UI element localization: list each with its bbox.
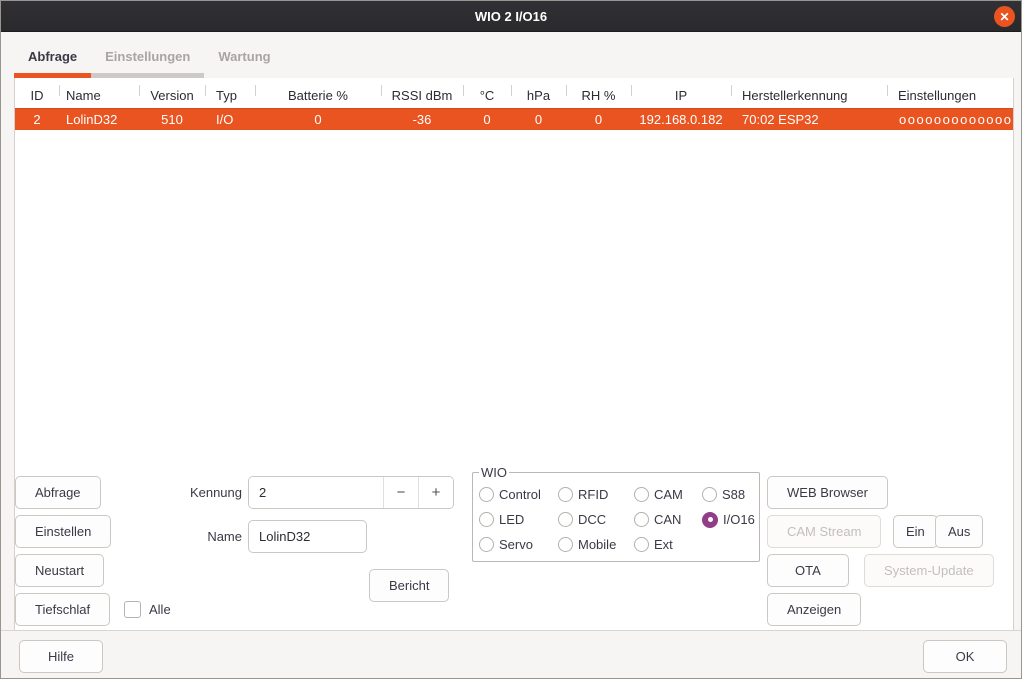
radio-circle	[634, 487, 649, 502]
column-header-ip[interactable]: IP	[631, 84, 731, 108]
cell-herstellerkennung: 70:02 ESP32	[731, 108, 887, 130]
tab-pane: ID Name Version Typ Batterie % RSSI dBm …	[14, 78, 1014, 631]
column-header-batterie[interactable]: Batterie %	[255, 84, 381, 108]
cell-version: 510	[139, 108, 205, 130]
radio-ext[interactable]: Ext	[634, 532, 702, 557]
column-header-name[interactable]: Name	[59, 84, 139, 108]
cell-rh: 0	[566, 108, 631, 130]
cell-hpa: 0	[511, 108, 566, 130]
cell-name: LolinD32	[59, 108, 139, 130]
radio-circle	[558, 537, 573, 552]
radio-circle	[479, 487, 494, 502]
tab-wartung[interactable]: Wartung	[204, 49, 284, 78]
radio-can[interactable]: CAN	[634, 507, 702, 532]
column-header-celsius[interactable]: °C	[463, 84, 511, 108]
anzeigen-button[interactable]: Anzeigen	[767, 593, 861, 626]
column-header-herstellerkennung[interactable]: Herstellerkennung	[731, 84, 887, 108]
cam-stream-button[interactable]: CAM Stream	[767, 515, 881, 548]
cell-batterie: 0	[255, 108, 381, 130]
alle-checkbox-row[interactable]: Alle	[124, 593, 171, 626]
bericht-button[interactable]: Bericht	[369, 569, 449, 602]
column-header-rh[interactable]: RH %	[566, 84, 631, 108]
web-browser-button[interactable]: WEB Browser	[767, 476, 888, 509]
radio-circle-selected	[702, 512, 718, 528]
einstellen-button[interactable]: Einstellen	[15, 515, 111, 548]
ok-button[interactable]: OK	[923, 640, 1007, 673]
aus-button[interactable]: Aus	[935, 515, 983, 548]
radio-circle	[558, 487, 573, 502]
tab-label: Abfrage	[28, 49, 77, 64]
wio-group-legend: WIO	[479, 465, 509, 480]
tab-label: Wartung	[218, 49, 270, 64]
column-header-einstellungen[interactable]: Einstellungen	[887, 84, 1013, 108]
radio-circle	[479, 512, 494, 527]
cell-id: 2	[15, 108, 59, 130]
kennung-label: Kennung	[142, 476, 242, 509]
hilfe-button[interactable]: Hilfe	[19, 640, 103, 673]
system-update-button[interactable]: System-Update	[864, 554, 994, 587]
tiefschlaf-button[interactable]: Tiefschlaf	[15, 593, 110, 626]
radio-servo[interactable]: Servo	[479, 532, 558, 557]
kennung-input[interactable]	[249, 477, 383, 508]
radio-circle	[479, 537, 494, 552]
column-header-rssi[interactable]: RSSI dBm	[381, 84, 463, 108]
tab-label: Einstellungen	[105, 49, 190, 64]
radio-circle	[634, 512, 649, 527]
tab-abfrage[interactable]: Abfrage	[14, 49, 91, 78]
ein-button[interactable]: Ein	[893, 515, 938, 548]
close-icon[interactable]: ✕	[994, 6, 1015, 27]
name-label: Name	[142, 520, 242, 553]
name-input[interactable]	[248, 520, 367, 553]
column-header-hpa[interactable]: hPa	[511, 84, 566, 108]
radio-circle	[558, 512, 573, 527]
radio-s88[interactable]: S88	[702, 482, 755, 507]
radio-circle	[702, 487, 717, 502]
ota-button[interactable]: OTA	[767, 554, 849, 587]
tab-bar: Abfrage Einstellungen Wartung	[14, 32, 285, 78]
spin-minus-button[interactable]: −	[383, 477, 418, 508]
tab-einstellungen[interactable]: Einstellungen	[91, 49, 204, 78]
spin-plus-button[interactable]: +	[418, 477, 453, 508]
window-title: WIO 2 I/O16	[475, 9, 547, 24]
radio-led[interactable]: LED	[479, 507, 558, 532]
alle-checkbox[interactable]	[124, 601, 141, 618]
wio-group: WIO Control RFID CAM S88 LED DCC CAN I/O…	[472, 465, 760, 562]
device-table: ID Name Version Typ Batterie % RSSI dBm …	[15, 78, 1013, 130]
cell-rssi: -36	[381, 108, 463, 130]
radio-circle	[634, 537, 649, 552]
column-header-id[interactable]: ID	[15, 84, 59, 108]
table-row[interactable]: 2 LolinD32 510 I/O 0 -36 0 0 0 192.168.0…	[15, 108, 1013, 130]
alle-checkbox-label: Alle	[149, 602, 171, 617]
app-window: WIO 2 I/O16 ✕ Abfrage Einstellungen Wart…	[0, 0, 1022, 679]
cell-ip: 192.168.0.182	[631, 108, 731, 130]
radio-cam[interactable]: CAM	[634, 482, 702, 507]
radio-rfid[interactable]: RFID	[558, 482, 634, 507]
radio-mobile[interactable]: Mobile	[558, 532, 634, 557]
cell-einstellungen: oooooooooooooo	[887, 108, 1013, 130]
cell-typ: I/O	[205, 108, 255, 130]
kennung-spinner: − +	[248, 476, 454, 509]
abfrage-button[interactable]: Abfrage	[15, 476, 101, 509]
neustart-button[interactable]: Neustart	[15, 554, 104, 587]
column-header-typ[interactable]: Typ	[205, 84, 255, 108]
dialog-footer: Hilfe OK	[1, 630, 1021, 678]
radio-dcc[interactable]: DCC	[558, 507, 634, 532]
column-header-version[interactable]: Version	[139, 84, 205, 108]
radio-control[interactable]: Control	[479, 482, 558, 507]
table-header-row: ID Name Version Typ Batterie % RSSI dBm …	[15, 84, 1013, 108]
cell-celsius: 0	[463, 108, 511, 130]
titlebar: WIO 2 I/O16 ✕	[1, 1, 1021, 32]
wio-radio-grid: Control RFID CAM S88 LED DCC CAN I/O16 S…	[479, 482, 755, 557]
radio-io16-selected[interactable]: I/O16	[702, 507, 755, 532]
